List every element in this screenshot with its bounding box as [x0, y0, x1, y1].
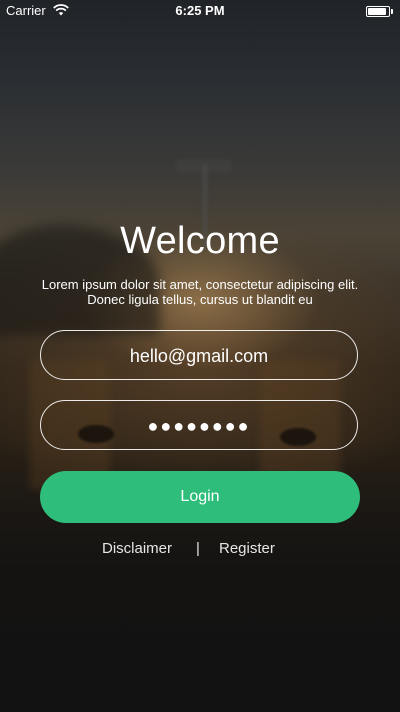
footer-links: Disclaimer | Register [0, 540, 400, 560]
email-value: hello@gmail.com [129, 346, 269, 366]
register-link[interactable]: Register [219, 540, 275, 557]
links-divider: | [196, 540, 200, 557]
password-field[interactable]: ●●●●●●●● [40, 400, 358, 450]
status-time: 6:25 PM [175, 3, 225, 18]
disclaimer-link[interactable]: Disclaimer [102, 540, 172, 557]
battery-level-fill [368, 8, 386, 15]
password-value: ●●●●●●●● [147, 416, 251, 436]
status-bar: Carrier 6:25 PM [0, 0, 400, 22]
page-subtitle: Lorem ipsum dolor sit amet, consectetur … [41, 277, 359, 307]
page-title: Welcome [120, 220, 280, 262]
login-button[interactable]: Login [40, 471, 360, 523]
email-field[interactable]: hello@gmail.com [40, 330, 358, 380]
battery-icon [366, 6, 393, 17]
